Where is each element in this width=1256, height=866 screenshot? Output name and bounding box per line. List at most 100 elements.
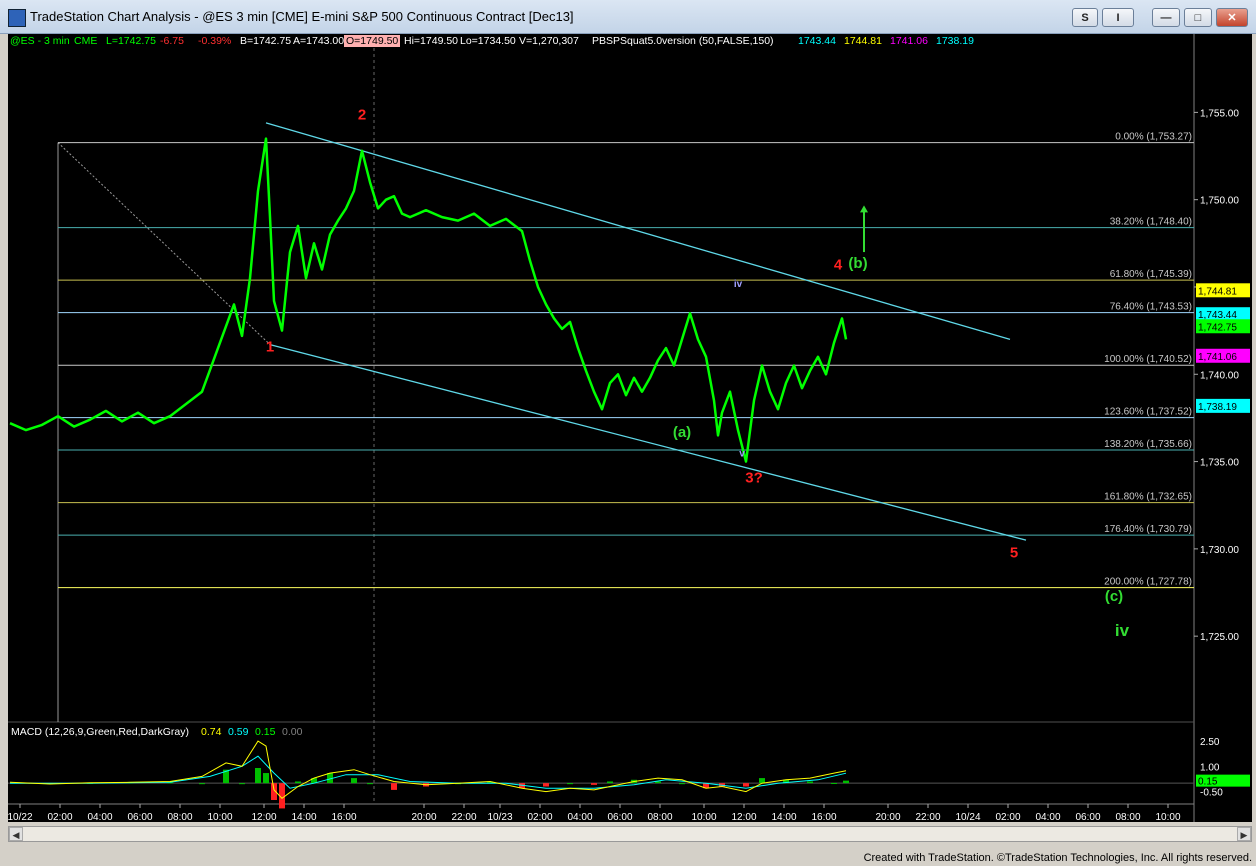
up-arrow-icon bbox=[860, 205, 868, 213]
macd-histogram-bar bbox=[807, 781, 813, 784]
app-icon bbox=[8, 9, 26, 27]
scroll-left-button[interactable]: ◀ bbox=[9, 827, 23, 841]
close-button[interactable]: ✕ bbox=[1216, 8, 1248, 27]
wave-label: (b) bbox=[848, 255, 867, 272]
macd-histogram-bar bbox=[351, 778, 357, 784]
time-axis-label: 02:00 bbox=[527, 812, 552, 822]
fib-level-label: 123.60% (1,737.52) bbox=[1104, 407, 1192, 418]
window-title: TradeStation Chart Analysis - @ES 3 min … bbox=[30, 9, 574, 24]
header-volume: V=1,270,307 bbox=[519, 35, 579, 47]
price-axis-label: 1,750.00 bbox=[1200, 196, 1239, 207]
time-axis-label: 12:00 bbox=[731, 812, 756, 822]
header-change: -6.75 bbox=[160, 35, 184, 47]
time-axis-label: 02:00 bbox=[47, 812, 72, 822]
window-titlebar: TradeStation Chart Analysis - @ES 3 min … bbox=[0, 0, 1256, 34]
macd-histogram-bar bbox=[239, 783, 245, 785]
fib-level-label: 38.20% (1,748.40) bbox=[1110, 217, 1192, 228]
price-chart[interactable]: 0.00% (1,753.27) 38.20% (1,748.40) 61.80% … bbox=[7, 34, 1252, 823]
time-axis-label: 08:00 bbox=[1115, 812, 1140, 822]
time-axis-label: 10/23 bbox=[487, 812, 512, 822]
macd-histogram-bar bbox=[391, 783, 397, 790]
time-axis-label: 02:00 bbox=[995, 812, 1020, 822]
price-marker-label: 1,742.75 bbox=[1198, 322, 1237, 333]
study-value-4: 1738.19 bbox=[936, 35, 974, 47]
chart-area[interactable]: 0.00% (1,753.27) 38.20% (1,748.40) 61.80% … bbox=[7, 34, 1252, 823]
wave-label: 2 bbox=[358, 106, 366, 123]
maximize-button[interactable]: □ bbox=[1184, 8, 1212, 27]
time-axis-label: 22:00 bbox=[915, 812, 940, 822]
price-axis-label: 1,755.00 bbox=[1200, 108, 1239, 119]
macd-histogram-bar bbox=[743, 783, 749, 787]
wave-label: iv bbox=[734, 279, 743, 290]
footer-credit: Created with TradeStation. ©TradeStation… bbox=[863, 852, 1252, 864]
time-axis-label: 10:00 bbox=[1155, 812, 1180, 822]
price-series-line bbox=[9, 137, 848, 463]
time-axis-label: 06:00 bbox=[1075, 812, 1100, 822]
header-high: Hi=1749.50 bbox=[404, 35, 458, 47]
wave-label: (c) bbox=[1105, 588, 1123, 605]
macd-axis-label: -0.50 bbox=[1200, 788, 1223, 799]
macd-value-2: 0.59 bbox=[228, 726, 249, 738]
study-value-3: 1741.06 bbox=[890, 35, 928, 47]
wave-label: 5 bbox=[1010, 545, 1018, 562]
scroll-right-button[interactable]: ▶ bbox=[1237, 827, 1251, 841]
time-axis-label: 06:00 bbox=[607, 812, 632, 822]
macd-histogram-bar bbox=[591, 783, 597, 785]
time-axis-label: 08:00 bbox=[647, 812, 672, 822]
macd-histogram-bar bbox=[831, 782, 837, 784]
price-marker-label: 1,738.19 bbox=[1198, 402, 1237, 413]
header-pct: -0.39% bbox=[198, 35, 231, 47]
time-axis-label: 08:00 bbox=[167, 812, 192, 822]
symbol-link-button[interactable]: S bbox=[1072, 8, 1098, 27]
macd-histogram-bar bbox=[567, 783, 573, 785]
time-axis-label: 20:00 bbox=[411, 812, 436, 822]
macd-histogram-bar bbox=[255, 768, 261, 784]
fib-level-label: 161.80% (1,732.65) bbox=[1104, 492, 1192, 503]
study-value-2: 1744.81 bbox=[844, 35, 882, 47]
time-axis-label: 10/24 bbox=[955, 812, 980, 822]
time-axis-label: 10:00 bbox=[207, 812, 232, 822]
channel-upper-line bbox=[265, 122, 1011, 340]
chart-scrollbar[interactable]: ◀ ▶ bbox=[8, 826, 1252, 842]
price-axis-label: 1,725.00 bbox=[1200, 632, 1239, 643]
wave-label: 3? bbox=[745, 470, 763, 487]
header-exchange: CME bbox=[74, 35, 97, 47]
price-axis-label: 1,730.00 bbox=[1200, 545, 1239, 556]
header-symbol: @ES - 3 min bbox=[10, 35, 70, 47]
macd-histogram-bar bbox=[843, 780, 849, 784]
wave-label: v bbox=[739, 448, 745, 459]
channel-lower-line bbox=[269, 343, 1027, 541]
macd-histogram-bar bbox=[607, 781, 613, 784]
fib-level-label: 76.40% (1,743.53) bbox=[1110, 302, 1192, 313]
price-axis-label: 1,740.00 bbox=[1200, 370, 1239, 381]
macd-value-1: 0.74 bbox=[201, 726, 222, 738]
time-axis-label: 04:00 bbox=[87, 812, 112, 822]
time-axis-label: 20:00 bbox=[875, 812, 900, 822]
macd-histogram-bar bbox=[295, 781, 301, 784]
time-axis-label: 06:00 bbox=[127, 812, 152, 822]
time-axis-label: 14:00 bbox=[771, 812, 796, 822]
fib-level-label: 200.00% (1,727.78) bbox=[1104, 577, 1192, 588]
price-axis-background bbox=[1194, 34, 1252, 822]
macd-histogram-bar bbox=[199, 783, 205, 785]
macd-histogram-bar bbox=[543, 783, 549, 787]
macd-axis-label: 2.50 bbox=[1200, 737, 1220, 748]
interval-menu-button[interactable]: I bbox=[1102, 8, 1134, 27]
header-bid: B=1742.75 bbox=[240, 35, 291, 47]
fib-level-label: 176.40% (1,730.79) bbox=[1104, 524, 1192, 535]
study-value-1: 1743.44 bbox=[798, 35, 836, 47]
macd-main-line bbox=[9, 740, 847, 799]
header-open: O=1749.50 bbox=[346, 35, 398, 47]
minimize-button[interactable]: — bbox=[1152, 8, 1180, 27]
price-marker-label: 1,741.06 bbox=[1198, 352, 1237, 363]
fib-level-label: 100.00% (1,740.52) bbox=[1104, 354, 1192, 365]
macd-histogram-bar bbox=[679, 783, 685, 785]
header-last: L=1742.75 bbox=[106, 35, 156, 47]
macd-value-3: 0.15 bbox=[255, 726, 276, 738]
macd-label: MACD (12,26,9,Green,Red,DarkGray) bbox=[11, 726, 189, 738]
macd-marker-label: 0.15 bbox=[1198, 777, 1218, 788]
fib-level-label: 61.80% (1,745.39) bbox=[1110, 269, 1192, 280]
price-axis-label: 1,735.00 bbox=[1200, 458, 1239, 469]
wave-label: 4 bbox=[834, 257, 843, 274]
time-axis-label: 12:00 bbox=[251, 812, 276, 822]
